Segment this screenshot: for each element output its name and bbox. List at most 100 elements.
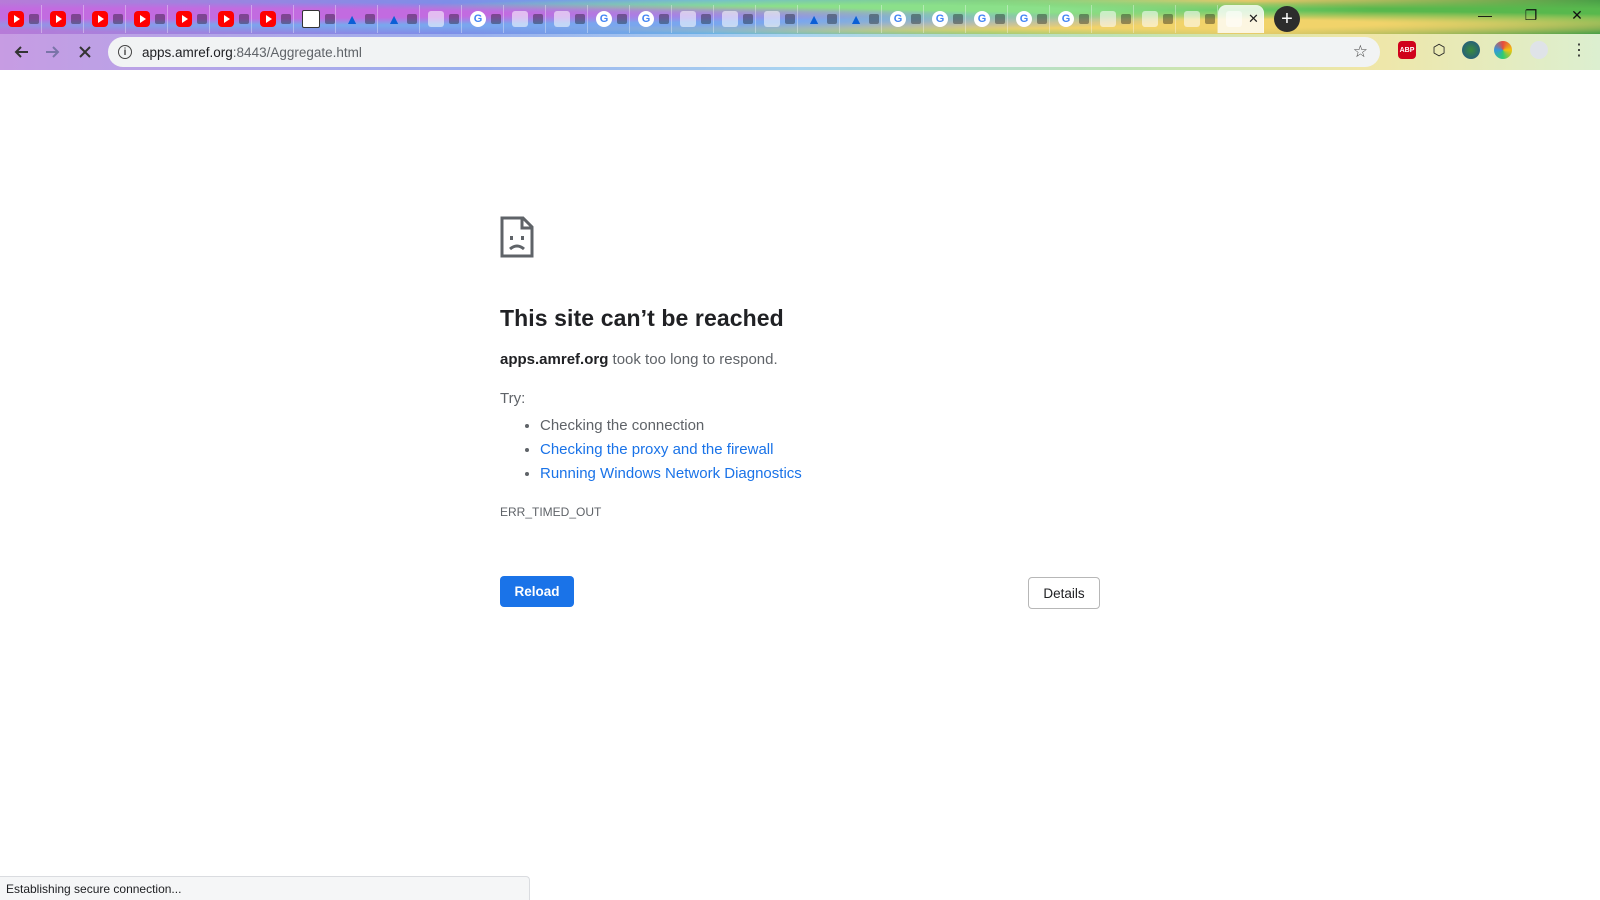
google-icon: G	[596, 11, 612, 27]
profile-avatar[interactable]	[1530, 41, 1548, 59]
image-icon	[302, 10, 320, 28]
google-icon: G	[932, 11, 948, 27]
sad-document-icon	[500, 216, 534, 258]
tab[interactable]: ▲	[798, 5, 840, 33]
tab[interactable]	[252, 5, 294, 33]
azure-icon: ▲	[807, 11, 821, 27]
tab[interactable]	[546, 5, 588, 33]
tab[interactable]: G	[588, 5, 630, 33]
page-icon	[1226, 11, 1242, 27]
browser-toolbar: i apps.amref.org:8443/Aggregate.html ☆ A…	[0, 34, 1600, 70]
bookmark-star-icon[interactable]: ☆	[1353, 42, 1368, 62]
close-window-icon[interactable]: ✕	[1554, 0, 1600, 30]
misc-icon	[1142, 11, 1158, 27]
tab[interactable]	[714, 5, 756, 33]
url-text[interactable]: apps.amref.org:8443/Aggregate.html	[142, 45, 362, 60]
google-icon: G	[470, 11, 486, 27]
misc-icon	[680, 11, 696, 27]
adblock-plus-icon[interactable]: ABP	[1398, 41, 1416, 59]
tab[interactable]: ▲	[336, 5, 378, 33]
tab[interactable]: G	[924, 5, 966, 33]
tab[interactable]: G	[630, 5, 672, 33]
tab[interactable]	[210, 5, 252, 33]
tab[interactable]: G	[1050, 5, 1092, 33]
suggestion-item-proxy-firewall[interactable]: Checking the proxy and the firewall	[540, 438, 1100, 462]
restore-icon[interactable]: ❐	[1508, 0, 1554, 30]
tab[interactable]: G	[882, 5, 924, 33]
tab[interactable]	[126, 5, 168, 33]
address-bar[interactable]: i apps.amref.org:8443/Aggregate.html ☆	[108, 37, 1380, 67]
tab[interactable]: G	[966, 5, 1008, 33]
color-extension-icon[interactable]	[1494, 41, 1512, 59]
tab[interactable]	[1092, 5, 1134, 33]
youtube-icon	[50, 11, 66, 27]
tab[interactable]: ▲	[378, 5, 420, 33]
stop-icon	[79, 46, 91, 58]
youtube-icon	[176, 11, 192, 27]
tab[interactable]	[1176, 5, 1218, 33]
tab[interactable]	[756, 5, 798, 33]
azure-icon: ▲	[345, 11, 359, 27]
tab-strip: ▲ ▲ G G G ▲ ▲ G G G G G ✕ + — ❐ ✕	[0, 0, 1600, 34]
minimize-icon[interactable]: —	[1462, 0, 1508, 30]
details-button[interactable]: Details	[1028, 577, 1100, 609]
error-host: apps.amref.org	[500, 351, 609, 368]
google-icon: G	[890, 11, 906, 27]
suggestion-item: Checking the connection	[540, 414, 1100, 438]
error-page: This site can’t be reached apps.amref.or…	[500, 216, 1100, 519]
misc-icon	[1100, 11, 1116, 27]
youtube-icon	[134, 11, 150, 27]
close-tab-icon[interactable]: ✕	[1248, 11, 1259, 27]
google-icon: G	[1058, 11, 1074, 27]
forward-arrow-icon	[46, 46, 60, 58]
tab[interactable]	[84, 5, 126, 33]
new-tab-button[interactable]: +	[1274, 6, 1300, 32]
misc-icon	[428, 11, 444, 27]
google-icon: G	[1016, 11, 1032, 27]
error-actions: Reload Details	[500, 576, 1100, 610]
google-icon: G	[974, 11, 990, 27]
tab[interactable]	[672, 5, 714, 33]
back-arrow-icon	[14, 46, 28, 58]
google-icon: G	[638, 11, 654, 27]
error-title: This site can’t be reached	[500, 305, 784, 331]
tab[interactable]	[0, 5, 42, 33]
try-label: Try:	[500, 390, 526, 407]
status-bar: Establishing secure connection...	[0, 876, 530, 900]
leaf-icon	[554, 11, 570, 27]
misc-icon	[764, 11, 780, 27]
globe-extension-icon[interactable]	[1462, 41, 1480, 59]
youtube-icon	[218, 11, 234, 27]
info-icon[interactable]: i	[118, 45, 132, 59]
suggestion-item-network-diagnostics[interactable]: Running Windows Network Diagnostics	[540, 462, 1100, 486]
window-controls: — ❐ ✕	[1462, 0, 1600, 30]
tab[interactable]: ▲	[840, 5, 882, 33]
tab-active[interactable]: ✕	[1218, 5, 1264, 33]
azure-icon: ▲	[849, 11, 863, 27]
tab[interactable]: G	[1008, 5, 1050, 33]
forward-button[interactable]	[37, 37, 69, 67]
error-code: ERR_TIMED_OUT	[500, 505, 602, 519]
stop-button[interactable]	[69, 37, 101, 67]
tab-list: ▲ ▲ G G G ▲ ▲ G G G G G ✕	[0, 0, 1264, 34]
error-description: apps.amref.org took too long to respond.	[500, 351, 778, 368]
kebab-menu-icon[interactable]: ⋮	[1570, 41, 1588, 59]
tab[interactable]	[168, 5, 210, 33]
youtube-icon	[8, 11, 24, 27]
misc-icon	[1184, 11, 1200, 27]
cube-extension-icon[interactable]: ⬡	[1430, 41, 1448, 59]
reload-button[interactable]: Reload	[500, 576, 574, 607]
tab[interactable]	[504, 5, 546, 33]
youtube-icon	[92, 11, 108, 27]
tab[interactable]	[420, 5, 462, 33]
tab[interactable]	[1134, 5, 1176, 33]
back-button[interactable]	[5, 37, 37, 67]
suggestion-list: Checking the connection Checking the pro…	[500, 414, 1100, 486]
misc-icon	[722, 11, 738, 27]
youtube-icon	[260, 11, 276, 27]
azure-icon: ▲	[387, 11, 401, 27]
misc-icon	[512, 11, 528, 27]
tab[interactable]: G	[462, 5, 504, 33]
tab[interactable]	[42, 5, 84, 33]
tab[interactable]	[294, 5, 336, 33]
